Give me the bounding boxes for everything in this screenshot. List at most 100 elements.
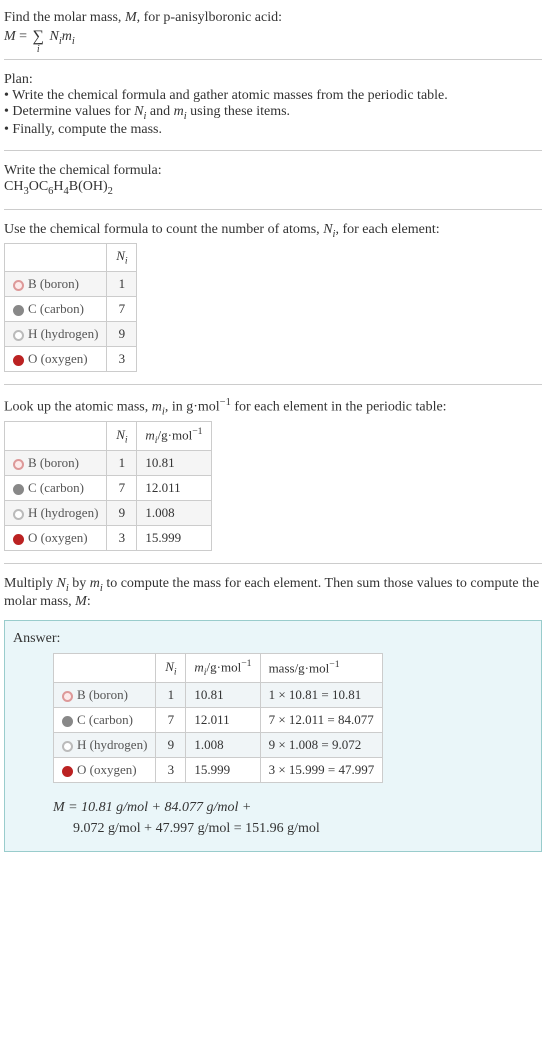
- table-row: C (carbon) 7: [5, 297, 137, 322]
- element-cell: O (oxygen): [5, 526, 107, 551]
- header-exp: −1: [329, 659, 339, 670]
- intro-text: Find the molar mass,: [4, 10, 125, 25]
- table-row: O (oxygen) 3 15.999: [5, 526, 212, 551]
- table-row: H (hydrogen) 9 1.008 9 × 1.008 = 9.072: [54, 733, 383, 758]
- element-cell: B (boron): [54, 683, 156, 708]
- formula-title: Write the chemical formula:: [4, 163, 542, 179]
- plan-item-text: Determine values for: [12, 104, 134, 119]
- eq-mi: m: [62, 29, 72, 44]
- element-cell: O (oxygen): [54, 758, 156, 783]
- element-label: C (carbon): [28, 480, 84, 495]
- multiply-text: :: [87, 594, 91, 609]
- divider: [4, 209, 542, 210]
- lookup-section: Look up the atomic mass, mi, in g·mol−1 …: [4, 393, 542, 555]
- answer-label: Answer:: [13, 631, 533, 647]
- ni-cell: 3: [107, 347, 137, 372]
- header-mass: mass/g·mol−1: [260, 654, 383, 683]
- formula-part: CH: [4, 179, 23, 194]
- divider: [4, 59, 542, 60]
- count-title-text: Use the chemical formula to count the nu…: [4, 222, 323, 237]
- mi-cell: 15.999: [186, 758, 260, 783]
- table-row: C (carbon) 7 12.011: [5, 476, 212, 501]
- element-label: O (oxygen): [77, 762, 137, 777]
- ni-cell: 7: [107, 297, 137, 322]
- hydrogen-swatch-icon: [13, 509, 24, 520]
- mi-cell: 10.81: [186, 683, 260, 708]
- mass-cell: 9 × 1.008 = 9.072: [260, 733, 383, 758]
- formula-sub: 2: [108, 186, 113, 197]
- plan-item: Determine values for Ni and mi using the…: [4, 104, 542, 122]
- eq-eq: =: [16, 29, 31, 44]
- element-cell: B (boron): [5, 272, 107, 297]
- ni-cell: 1: [107, 451, 137, 476]
- boron-swatch-icon: [62, 691, 73, 702]
- multiply-text: Multiply: [4, 576, 57, 591]
- table-row: H (hydrogen) 9: [5, 322, 137, 347]
- header-ni: Ni: [107, 244, 137, 272]
- intro-section: Find the molar mass, M, for p-anisylboro…: [4, 6, 542, 51]
- ni-cell: 9: [107, 501, 137, 526]
- table-header-row: Ni: [5, 244, 137, 272]
- intro-suffix: , for p-anisylboronic acid:: [137, 10, 282, 25]
- boron-swatch-icon: [13, 280, 24, 291]
- element-label: O (oxygen): [28, 530, 88, 545]
- ni-cell: 1: [156, 683, 186, 708]
- hydrogen-swatch-icon: [62, 741, 73, 752]
- count-var: N: [323, 222, 332, 237]
- element-cell: C (carbon): [5, 476, 107, 501]
- lookup-title-text: for each element in the periodic table:: [231, 400, 447, 415]
- element-label: H (hydrogen): [28, 505, 98, 520]
- plan-title: Plan:: [4, 72, 542, 88]
- answer-box: Answer: Ni mi/g·mol−1 mass/g·mol−1 B (bo…: [4, 620, 542, 852]
- formula-part: OC: [29, 179, 48, 194]
- ni-cell: 9: [156, 733, 186, 758]
- table-row: B (boron) 1: [5, 272, 137, 297]
- element-label: H (hydrogen): [28, 326, 98, 341]
- table-row: B (boron) 1 10.81 1 × 10.81 = 10.81: [54, 683, 383, 708]
- table-header-row: Ni mi/g·mol−1 mass/g·mol−1: [54, 654, 383, 683]
- header-empty: [5, 244, 107, 272]
- header-var-sub: i: [125, 435, 128, 446]
- header-unit: mass/g·mol: [269, 661, 330, 676]
- header-ni: Ni: [156, 654, 186, 683]
- formula-section: Write the chemical formula: CH3OC6H4B(OH…: [4, 159, 542, 201]
- lookup-title-text: Look up the atomic mass,: [4, 400, 152, 415]
- element-cell: H (hydrogen): [54, 733, 156, 758]
- plan-item: Finally, compute the mass.: [4, 122, 542, 138]
- mi-cell: 12.011: [186, 708, 260, 733]
- lookup-title: Look up the atomic mass, mi, in g·mol−1 …: [4, 397, 542, 417]
- ni-cell: 7: [156, 708, 186, 733]
- header-var: N: [165, 659, 174, 674]
- sum-index: i: [37, 44, 40, 55]
- count-title: Use the chemical formula to count the nu…: [4, 222, 542, 240]
- element-cell: O (oxygen): [5, 347, 107, 372]
- mi-cell: 12.011: [137, 476, 211, 501]
- final-eq-line2: 9.072 g/mol + 47.997 g/mol = 151.96 g/mo…: [53, 818, 533, 839]
- plan-item-text: and: [146, 104, 173, 119]
- answer-table: Ni mi/g·mol−1 mass/g·mol−1 B (boron) 1 1…: [53, 653, 383, 783]
- lookup-title-text: , in g·mol: [165, 400, 220, 415]
- header-var-sub: i: [174, 666, 177, 677]
- header-exp: −1: [192, 426, 202, 437]
- table-header-row: Ni mi/g·mol−1: [5, 422, 212, 451]
- molar-mass-equation: M = ∑i Nimi: [4, 28, 542, 47]
- multiply-text: by: [69, 576, 90, 591]
- element-cell: C (carbon): [54, 708, 156, 733]
- table-row: O (oxygen) 3: [5, 347, 137, 372]
- mass-cell: 3 × 15.999 = 47.997: [260, 758, 383, 783]
- oxygen-swatch-icon: [13, 534, 24, 545]
- plan-var: m: [174, 104, 184, 119]
- plan-item-text: using these items.: [187, 104, 290, 119]
- header-unit: /g·mol: [207, 660, 242, 675]
- table-row: C (carbon) 7 12.011 7 × 12.011 = 84.077: [54, 708, 383, 733]
- eq-ni: N: [49, 29, 58, 44]
- chemical-formula: CH3OC6H4B(OH)2: [4, 179, 542, 197]
- element-cell: H (hydrogen): [5, 322, 107, 347]
- ni-cell: 3: [156, 758, 186, 783]
- header-var: N: [116, 427, 125, 442]
- header-mi: mi/g·mol−1: [137, 422, 211, 451]
- oxygen-swatch-icon: [13, 355, 24, 366]
- element-label: O (oxygen): [28, 351, 88, 366]
- lookup-exp: −1: [220, 397, 231, 408]
- multiply-var: N: [57, 576, 66, 591]
